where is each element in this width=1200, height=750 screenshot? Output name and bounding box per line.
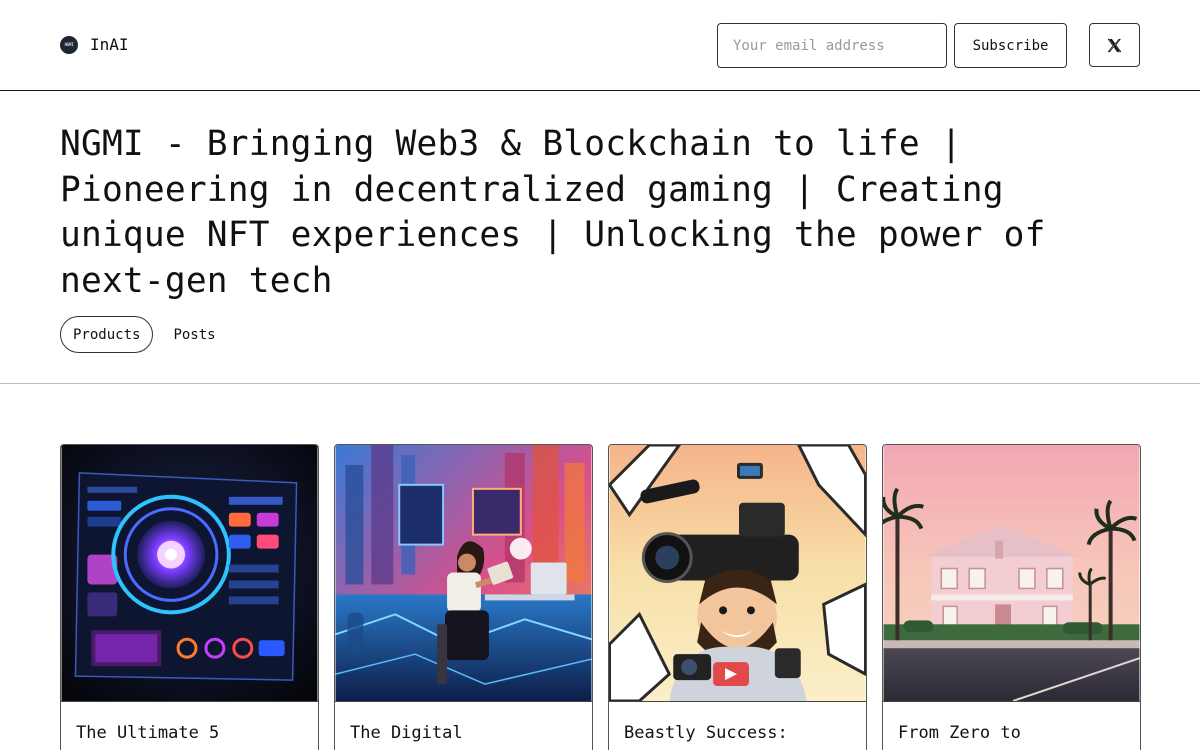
x-social-button[interactable] [1089, 23, 1140, 67]
brand[interactable]: NGMI InAI [60, 35, 129, 54]
tab-posts[interactable]: Posts [161, 316, 227, 353]
card-title: From Zero to [898, 723, 1021, 743]
x-logo-icon [1107, 38, 1122, 52]
holographic-dashboard-image [61, 445, 318, 702]
content-tabs: Products Posts [60, 316, 228, 353]
card-title: Beastly Success: [624, 723, 788, 743]
subscribe-button[interactable]: Subscribe [954, 23, 1067, 68]
card-title: The Digital [350, 723, 463, 743]
product-grid: The Ultimate 5 The Digital Beastly Succe… [60, 444, 1141, 750]
page-title: NGMI - Bringing Web3 & Blockchain to lif… [60, 124, 1046, 301]
section-divider [0, 383, 1200, 384]
woman-working-laptop-image [335, 445, 592, 702]
card-title: The Ultimate 5 [76, 723, 220, 743]
pink-house-palm-trees-image [883, 445, 1140, 702]
brand-name: InAI [90, 35, 129, 54]
product-card[interactable]: Beastly Success: [608, 444, 867, 750]
product-card[interactable]: From Zero to [882, 444, 1141, 750]
product-card[interactable]: The Ultimate 5 [60, 444, 319, 750]
site-header: NGMI InAI Subscribe [0, 0, 1200, 91]
brand-logo: NGMI [60, 35, 78, 54]
cartoon-cameraman-image [609, 445, 866, 702]
email-input[interactable] [717, 23, 947, 68]
tab-products[interactable]: Products [60, 316, 154, 353]
product-card[interactable]: The Digital [334, 444, 593, 750]
